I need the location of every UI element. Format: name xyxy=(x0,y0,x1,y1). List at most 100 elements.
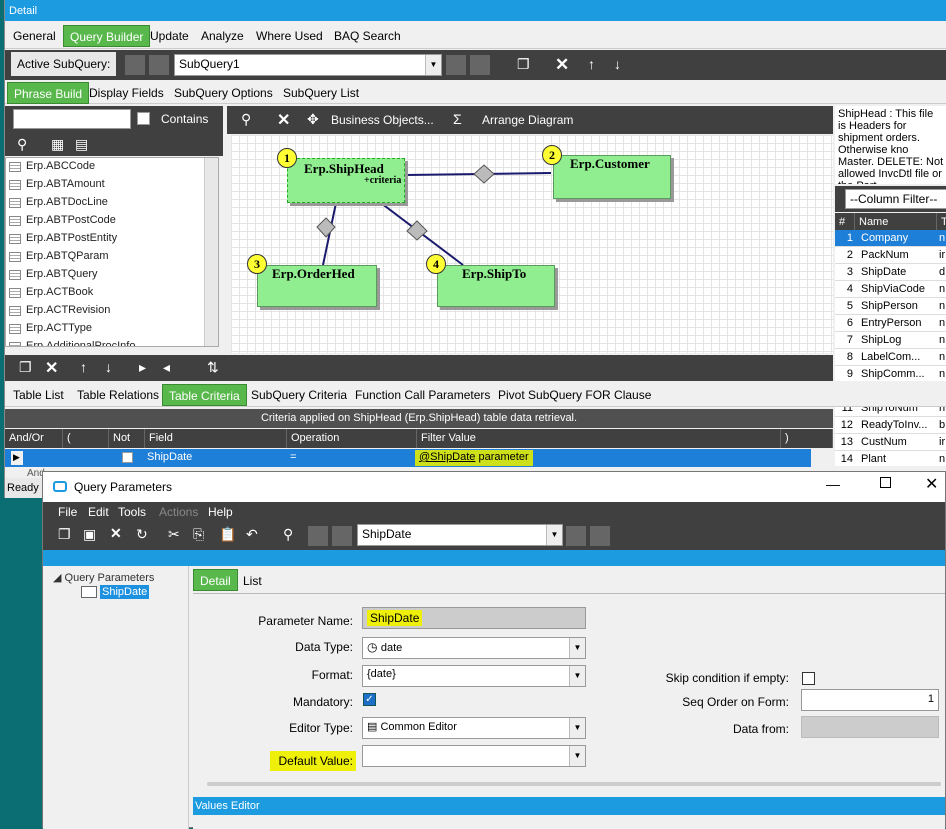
minimize-icon[interactable]: — xyxy=(826,476,840,492)
tab-subquery-list[interactable]: SubQuery List xyxy=(277,82,365,104)
indent-right-icon[interactable]: ▸ xyxy=(139,359,146,376)
data-from-field[interactable] xyxy=(801,716,939,738)
columns-grid-row[interactable]: 12 ReadyToInv... b xyxy=(835,417,946,434)
node-customer[interactable]: Erp.Customer xyxy=(553,155,671,199)
tab-table-list[interactable]: Table List xyxy=(7,384,70,406)
delete-icon[interactable]: ✕ xyxy=(110,525,122,542)
table-list-item[interactable]: Erp.ACTRevision xyxy=(6,302,218,320)
table-list-item[interactable]: Erp.ABTPostCode xyxy=(6,212,218,230)
table-list-item[interactable]: Erp.ABTQuery xyxy=(6,266,218,284)
save-icon[interactable]: ▣ xyxy=(83,526,96,543)
prev-subquery-icon[interactable] xyxy=(149,55,169,75)
indent-left-icon[interactable]: ◂ xyxy=(163,359,170,376)
sort-icon[interactable]: ⇅ xyxy=(207,359,219,376)
columns-grid-row[interactable]: 2 PackNum ir xyxy=(835,247,946,264)
calculator-icon[interactable]: ▤ xyxy=(75,136,88,153)
tab-list[interactable]: List xyxy=(237,570,268,592)
menu-edit[interactable]: Edit xyxy=(88,505,109,519)
next-record-icon[interactable] xyxy=(566,526,586,546)
tab-baq-search[interactable]: BAQ Search xyxy=(328,25,407,47)
table-list-item[interactable]: Erp.AdditionalProcInfo xyxy=(6,338,218,346)
active-subquery-select[interactable]: SubQuery1 ▼ xyxy=(174,54,442,76)
tab-table-criteria[interactable]: Table Criteria xyxy=(162,384,247,406)
seq-order-field[interactable]: 1 xyxy=(801,689,939,711)
undo-icon[interactable]: ↶ xyxy=(246,526,258,543)
menu-actions[interactable]: Actions xyxy=(159,505,198,519)
criteria-header-open-paren[interactable]: ( xyxy=(63,429,109,448)
table-list-item[interactable]: Erp.ACTBook xyxy=(6,284,218,302)
criteria-filter-value[interactable]: @ShipDate parameter xyxy=(415,450,533,466)
tab-subquery-criteria[interactable]: SubQuery Criteria xyxy=(245,384,353,406)
criteria-header-andor[interactable]: And/Or xyxy=(5,429,63,448)
cut-icon[interactable]: ✂ xyxy=(168,526,180,543)
prev-record-icon[interactable] xyxy=(332,526,352,546)
contains-checkbox[interactable] xyxy=(137,112,150,125)
tab-general[interactable]: General xyxy=(7,25,62,47)
table-list-item[interactable]: Erp.ABTDocLine xyxy=(6,194,218,212)
new-criteria-icon[interactable]: ❐ xyxy=(19,359,32,376)
close-icon[interactable]: ✕ xyxy=(925,474,938,494)
data-type-select[interactable]: ◷ date ▼ xyxy=(362,637,586,659)
node-shipto[interactable]: Erp.ShipTo xyxy=(437,265,555,307)
columns-grid-row[interactable]: 14 Plant n xyxy=(835,451,946,466)
criteria-header-field[interactable]: Field xyxy=(145,429,287,448)
columns-grid-row[interactable]: 7 ShipLog n xyxy=(835,332,946,349)
menu-help[interactable]: Help xyxy=(208,505,233,519)
copy-icon[interactable]: ⎘ xyxy=(193,526,204,543)
table-list-item[interactable]: Erp.ABCCode xyxy=(6,158,218,176)
tab-subquery-options[interactable]: SubQuery Options xyxy=(168,82,279,104)
criteria-header-operation[interactable]: Operation xyxy=(287,429,417,448)
delete-subquery-icon[interactable]: ✕ xyxy=(555,55,569,75)
menu-file[interactable]: File xyxy=(58,505,77,519)
format-select[interactable]: {date} ▼ xyxy=(362,665,586,687)
last-record-icon[interactable] xyxy=(590,526,610,546)
criteria-header-not[interactable]: Not xyxy=(109,429,145,448)
search-icon[interactable]: ⚲ xyxy=(283,526,293,543)
columns-grid-row[interactable]: 6 EntryPerson n xyxy=(835,315,946,332)
tree-root[interactable]: ◢ Query Parameters xyxy=(53,571,154,584)
editor-type-select[interactable]: ▤ Common Editor ▼ xyxy=(362,717,586,739)
tree-child-shipdate[interactable]: ShipDate xyxy=(100,585,150,599)
link-icon[interactable]: ⚲ xyxy=(241,111,251,128)
columns-grid-row[interactable]: 4 ShipViaCode n xyxy=(835,281,946,298)
first-subquery-icon[interactable] xyxy=(125,55,145,75)
columns-grid-row[interactable]: 1 Company n xyxy=(835,230,946,247)
tab-update[interactable]: Update xyxy=(144,25,195,47)
column-filter-select[interactable]: --Column Filter-- xyxy=(845,189,946,209)
columns-grid-row[interactable]: 13 CustNum ir xyxy=(835,434,946,451)
filter-param-link[interactable]: @ShipDate xyxy=(419,451,475,463)
default-value-select[interactable]: ▼ xyxy=(362,745,586,767)
record-nav-select[interactable]: ShipDate ▼ xyxy=(357,524,563,546)
business-objects-button[interactable]: Business Objects... xyxy=(331,113,434,127)
move-down-icon[interactable]: ↓ xyxy=(105,359,112,375)
node-shiphead[interactable]: Erp.ShipHead +criteria xyxy=(287,158,405,203)
criteria-not-checkbox[interactable] xyxy=(122,452,133,463)
last-subquery-icon[interactable] xyxy=(470,55,490,75)
tab-query-builder[interactable]: Query Builder xyxy=(63,25,151,47)
table-list-item[interactable]: Erp.ABTAmount xyxy=(6,176,218,194)
sigma-button[interactable]: Σ xyxy=(453,111,462,127)
paste-icon[interactable]: 📋 xyxy=(219,526,236,543)
new-subquery-icon[interactable]: ❐ xyxy=(517,56,530,73)
table-list-item[interactable]: Erp.ABTQParam xyxy=(6,248,218,266)
tab-analyze[interactable]: Analyze xyxy=(195,25,250,47)
new-icon[interactable]: ❐ xyxy=(58,526,71,543)
business-objects-icon[interactable]: ✥ xyxy=(307,111,319,128)
link-icon[interactable]: ⚲ xyxy=(17,136,27,153)
mandatory-checkbox[interactable]: ✓ xyxy=(363,693,376,706)
criteria-header-filter-value[interactable]: Filter Value xyxy=(417,429,781,448)
tab-display-fields[interactable]: Display Fields xyxy=(83,82,170,104)
columns-header-num[interactable]: # xyxy=(835,213,855,230)
delete-criteria-icon[interactable]: ✕ xyxy=(45,358,58,378)
table-icon[interactable]: ▦ xyxy=(51,136,64,153)
table-list-scrollbar[interactable] xyxy=(204,158,218,346)
criteria-header-close-paren[interactable]: ) xyxy=(781,429,833,448)
first-record-icon[interactable] xyxy=(308,526,328,546)
tab-table-relations[interactable]: Table Relations xyxy=(71,384,165,406)
query-diagram[interactable]: Erp.ShipHead +criteria 1 Erp.Customer 2 … xyxy=(231,135,833,353)
table-search-input[interactable] xyxy=(13,109,131,129)
columns-grid-row[interactable]: 3 ShipDate d xyxy=(835,264,946,281)
columns-grid-row[interactable]: 8 LabelCom... n xyxy=(835,349,946,366)
columns-header-type[interactable]: Ty xyxy=(937,213,946,230)
tab-detail[interactable]: Detail xyxy=(193,569,238,591)
